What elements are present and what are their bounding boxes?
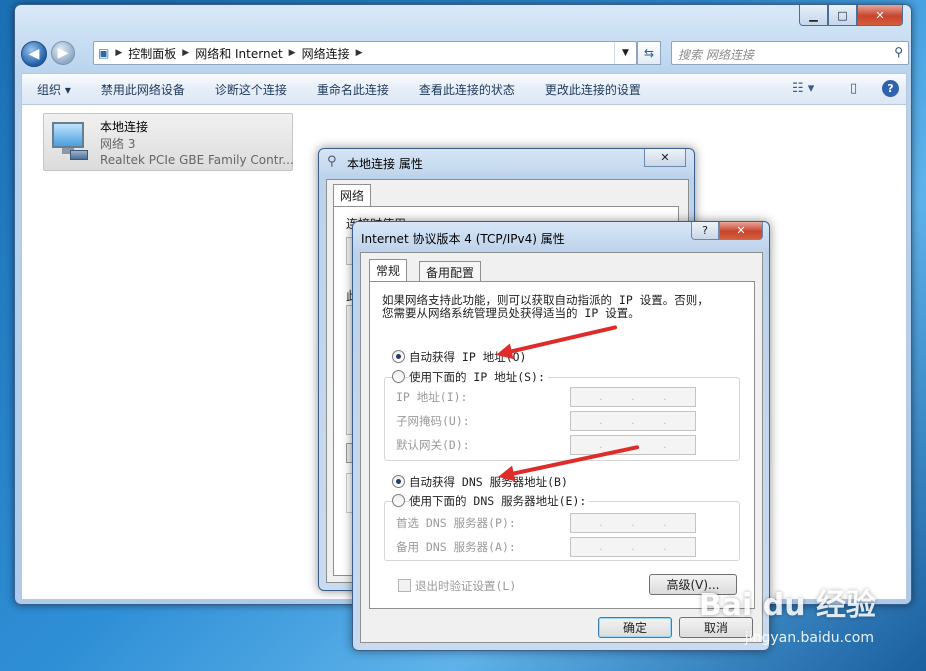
manual-ip-label[interactable]: 使用下面的 IP 地址(S):	[409, 369, 548, 385]
address-dropdown-icon[interactable]: ▼	[614, 42, 636, 64]
view-options-icon[interactable]: ☷ ▾	[792, 81, 814, 96]
search-icon[interactable]: ⚲	[894, 45, 903, 59]
command-bar: 组织 ▾ 禁用此网络设备 诊断这个连接 重命名此连接 查看此连接的状态 更改此连…	[21, 73, 907, 105]
watermark-logo: Bai du 经验	[698, 588, 876, 623]
maximize-button[interactable]: □	[828, 5, 857, 26]
caption-buttons: ▁ □ ✕	[799, 5, 903, 27]
close-button[interactable]: ✕	[857, 5, 903, 26]
description-line-2: 您需要从网络系统管理员处获得适当的 IP 设置。	[382, 306, 640, 320]
validate-label[interactable]: 退出时验证设置(L)	[415, 578, 516, 594]
minimize-button[interactable]: ▁	[799, 5, 828, 26]
breadcrumb-control-panel[interactable]: 控制面板	[128, 45, 176, 62]
ip-address-field: ...	[570, 387, 696, 407]
connection-adapter: Realtek PCIe GBE Family Contr...	[100, 153, 294, 167]
network-adapter-icon	[48, 120, 90, 164]
organize-label: 组织	[37, 82, 62, 97]
tab-panel: 如果网络支持此功能，则可以获取自动指派的 IP 设置。否则， 您需要从网络系统管…	[369, 281, 755, 609]
help-button[interactable]: ?	[691, 222, 719, 240]
refresh-button[interactable]: ⇆	[637, 41, 661, 65]
tab-general[interactable]: 常规	[369, 259, 408, 282]
network-icon: ⚲	[327, 154, 337, 169]
dialog-title: 本地连接 属性	[347, 157, 423, 171]
auto-dns-radio[interactable]	[392, 475, 405, 488]
breadcrumb-separator: ▶	[288, 48, 296, 58]
ok-button[interactable]: 确定	[598, 617, 672, 638]
search-placeholder: 搜索 网络连接	[678, 48, 754, 62]
search-input[interactable]: 搜索 网络连接 ⚲	[671, 41, 909, 65]
manual-ip-radio[interactable]	[392, 370, 405, 383]
dialog-title: Internet 协议版本 4 (TCP/IPv4) 属性	[361, 232, 565, 246]
manual-dns-label[interactable]: 使用下面的 DNS 服务器地址(E):	[409, 493, 590, 509]
close-button[interactable]: ✕	[644, 149, 686, 167]
tab-alternate-config[interactable]: 备用配置	[419, 261, 482, 282]
control-panel-icon: ▣	[98, 46, 110, 60]
auto-ip-radio[interactable]	[392, 350, 405, 363]
connection-network: 网络 3	[100, 137, 136, 151]
breadcrumb-separator: ▶	[182, 48, 190, 58]
rename-button[interactable]: 重命名此连接	[302, 81, 404, 98]
validate-checkbox[interactable]	[398, 579, 411, 592]
alternate-dns-field: ...	[570, 537, 696, 557]
alternate-dns-label: 备用 DNS 服务器(A):	[396, 540, 516, 554]
default-gateway-label: 默认网关(D):	[396, 438, 470, 452]
preferred-dns-field: ...	[570, 513, 696, 533]
disable-device-button[interactable]: 禁用此网络设备	[86, 81, 200, 98]
breadcrumb-network-connections[interactable]: 网络连接	[302, 45, 350, 62]
subnet-mask-label: 子网掩码(U):	[396, 414, 470, 428]
organize-menu[interactable]: 组织 ▾	[22, 81, 86, 98]
diagnose-button[interactable]: 诊断这个连接	[200, 81, 302, 98]
subnet-mask-field: ...	[570, 411, 696, 431]
breadcrumb-separator: ▶	[355, 48, 363, 58]
view-status-button[interactable]: 查看此连接的状态	[404, 81, 530, 98]
back-button[interactable]: ◀	[21, 41, 47, 67]
address-bar[interactable]: ▣ ▶ 控制面板 ▶ 网络和 Internet ▶ 网络连接 ▶ ▼	[93, 41, 637, 65]
tab-network[interactable]: 网络	[333, 184, 372, 207]
auto-dns-label[interactable]: 自动获得 DNS 服务器地址(B)	[409, 474, 568, 490]
breadcrumb-network-internet[interactable]: 网络和 Internet	[195, 45, 282, 62]
navigation-bar: ◀ ▶ ▣ ▶ 控制面板 ▶ 网络和 Internet ▶ 网络连接 ▶ ▼ ⇆…	[21, 39, 909, 69]
ip-address-label: IP 地址(I):	[396, 390, 468, 404]
breadcrumb-separator: ▶	[115, 48, 123, 58]
close-button[interactable]: ✕	[719, 222, 763, 240]
connection-name: 本地连接	[100, 120, 149, 134]
watermark-url: jingyan.baidu.com	[744, 630, 874, 646]
preview-pane-icon[interactable]: ▯	[850, 81, 857, 96]
change-settings-button[interactable]: 更改此连接的设置	[530, 81, 656, 98]
help-icon[interactable]: ?	[882, 80, 899, 97]
preferred-dns-label: 首选 DNS 服务器(P):	[396, 516, 516, 530]
forward-button[interactable]: ▶	[51, 41, 75, 65]
manual-dns-radio[interactable]	[392, 494, 405, 507]
local-connection-item[interactable]: 本地连接 网络 3 Realtek PCIe GBE Family Contr.…	[43, 113, 294, 171]
